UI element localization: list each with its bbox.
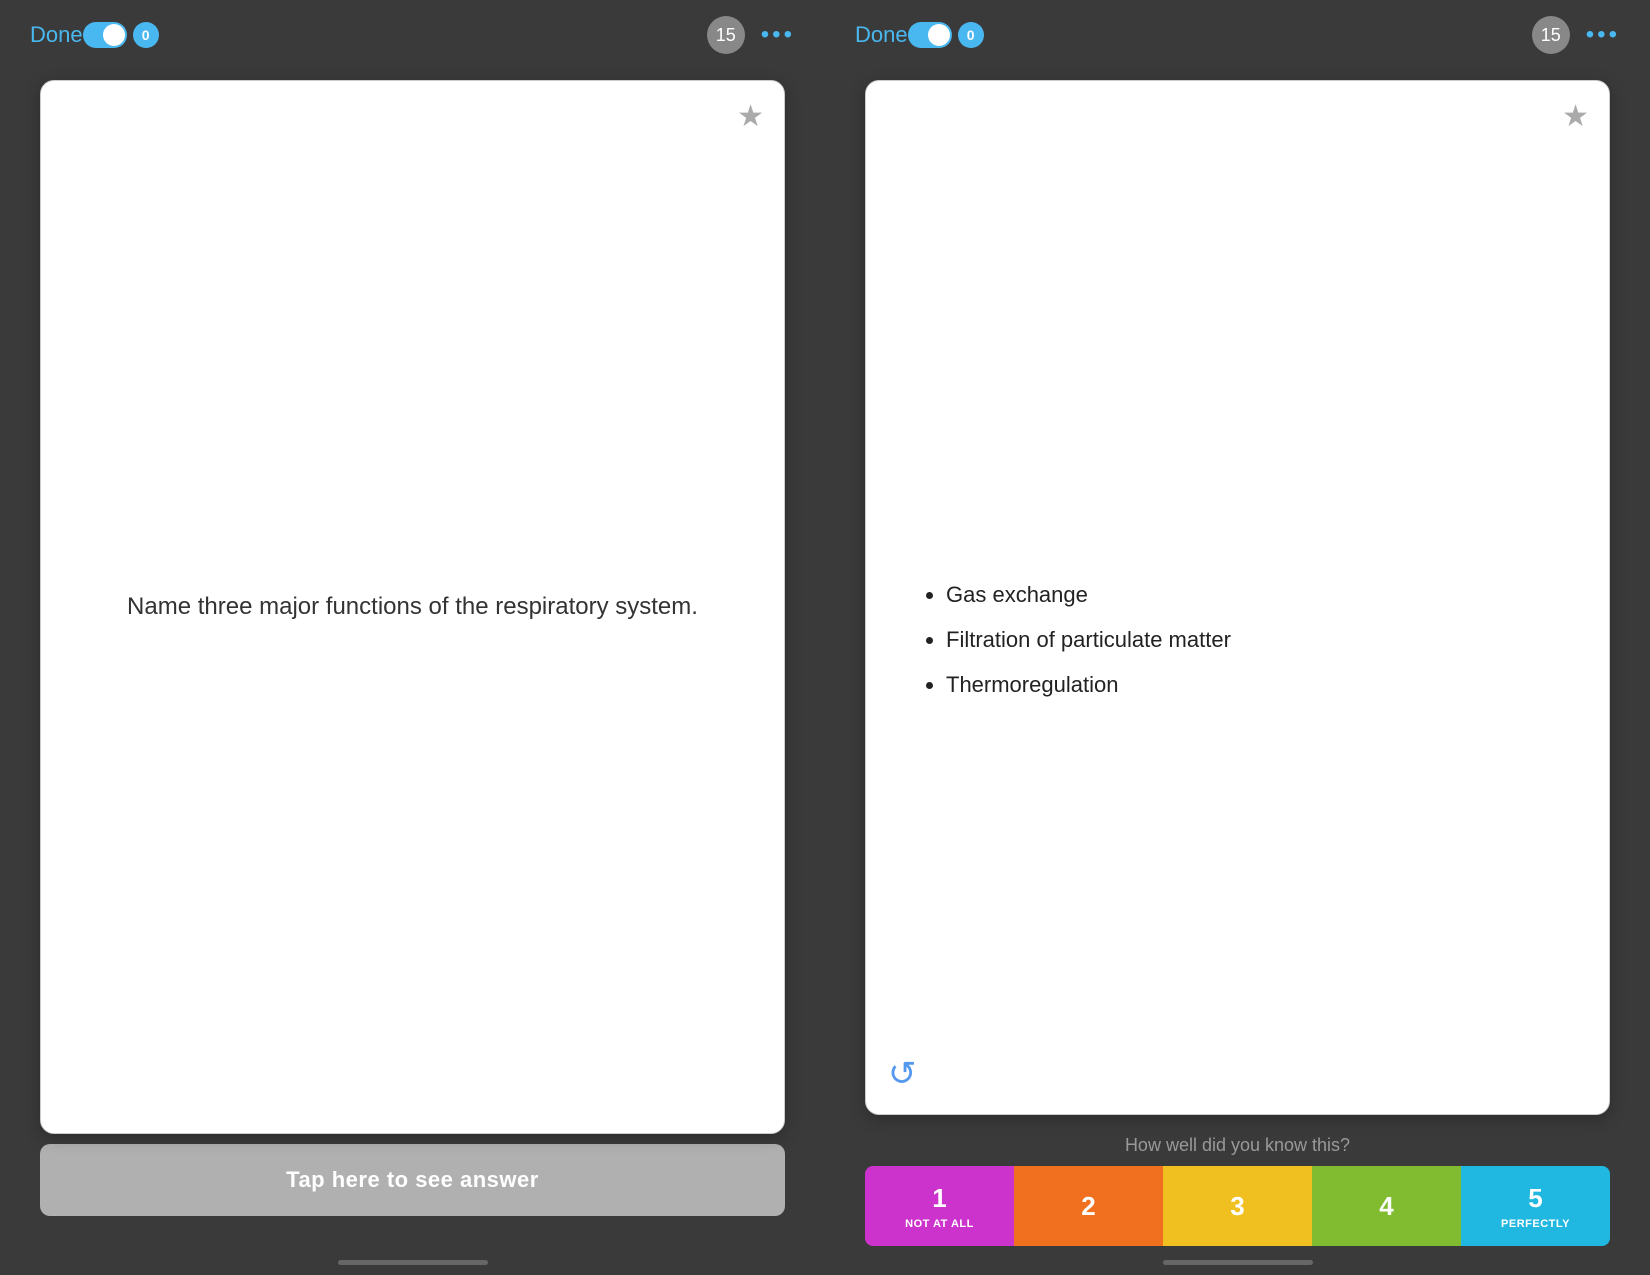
undo-icon[interactable]: ↺: [888, 1054, 917, 1094]
left-tap-area: Tap here to see answer: [0, 1144, 825, 1246]
right-more-dots-button[interactable]: •••: [1586, 21, 1620, 49]
rating-label-5: PERFECTLY: [1501, 1218, 1570, 1230]
right-toggle-number: 0: [958, 22, 984, 48]
left-done-button[interactable]: Done: [30, 22, 83, 48]
right-home-indicator: [1163, 1260, 1313, 1265]
answer-list: Gas exchange Filtration of particulate ma…: [906, 580, 1569, 700]
right-flashcard[interactable]: ★ Gas exchange Filtration of particulate …: [865, 80, 1610, 1115]
tap-button-label: Tap here to see answer: [286, 1167, 539, 1193]
rating-button-3[interactable]: 3: [1163, 1166, 1312, 1246]
left-count-badge: 15: [707, 16, 745, 54]
rating-number-1: 1: [932, 1183, 946, 1214]
right-done-button[interactable]: Done: [855, 22, 908, 48]
rating-buttons-container: 1 NOT AT ALL 2 3 4 5 PERFECTLY: [865, 1166, 1610, 1246]
right-toggle-area: 0: [908, 22, 984, 48]
rating-question-label: How well did you know this?: [865, 1135, 1610, 1156]
right-toggle-switch[interactable]: [908, 22, 952, 48]
left-phone-panel: Done 0 15 ••• ★ Name three major functio…: [0, 0, 825, 1275]
right-star-icon[interactable]: ★: [1562, 99, 1589, 134]
rating-button-1[interactable]: 1 NOT AT ALL: [865, 1166, 1014, 1246]
right-card-answer: Gas exchange Filtration of particulate ma…: [906, 580, 1569, 714]
right-count-badge: 15: [1532, 16, 1570, 54]
left-flashcard[interactable]: ★ Name three major functions of the resp…: [40, 80, 785, 1134]
rating-label-1: NOT AT ALL: [905, 1218, 974, 1230]
left-star-icon[interactable]: ★: [737, 99, 764, 134]
answer-list-item: Filtration of particulate matter: [946, 625, 1569, 656]
left-card-wrapper: ★ Name three major functions of the resp…: [0, 70, 825, 1144]
rating-button-4[interactable]: 4: [1312, 1166, 1461, 1246]
answer-list-item: Thermoregulation: [946, 670, 1569, 701]
rating-button-5[interactable]: 5 PERFECTLY: [1461, 1166, 1610, 1246]
right-top-bar: Done 0 15 •••: [825, 0, 1650, 70]
left-more-dots-button[interactable]: •••: [761, 21, 795, 49]
left-top-bar: Done 0 15 •••: [0, 0, 825, 70]
right-card-wrapper: ★ Gas exchange Filtration of particulate …: [825, 70, 1650, 1135]
left-toggle-area: 0: [83, 22, 159, 48]
left-toggle-number: 0: [133, 22, 159, 48]
answer-list-item: Gas exchange: [946, 580, 1569, 611]
left-toggle-knob: [103, 24, 125, 46]
rating-number-4: 4: [1379, 1191, 1393, 1222]
left-toggle-switch[interactable]: [83, 22, 127, 48]
tap-here-button[interactable]: Tap here to see answer: [40, 1144, 785, 1216]
rating-number-5: 5: [1528, 1183, 1542, 1214]
right-phone-panel: Done 0 15 ••• ★ Gas exchangeFiltration o…: [825, 0, 1650, 1275]
rating-number-3: 3: [1230, 1191, 1244, 1222]
left-home-indicator: [338, 1260, 488, 1265]
rating-section: How well did you know this? 1 NOT AT ALL 2…: [825, 1135, 1650, 1246]
rating-button-2[interactable]: 2: [1014, 1166, 1163, 1246]
rating-number-2: 2: [1081, 1191, 1095, 1222]
left-card-question: Name three major functions of the respir…: [127, 589, 698, 625]
right-toggle-knob: [928, 24, 950, 46]
